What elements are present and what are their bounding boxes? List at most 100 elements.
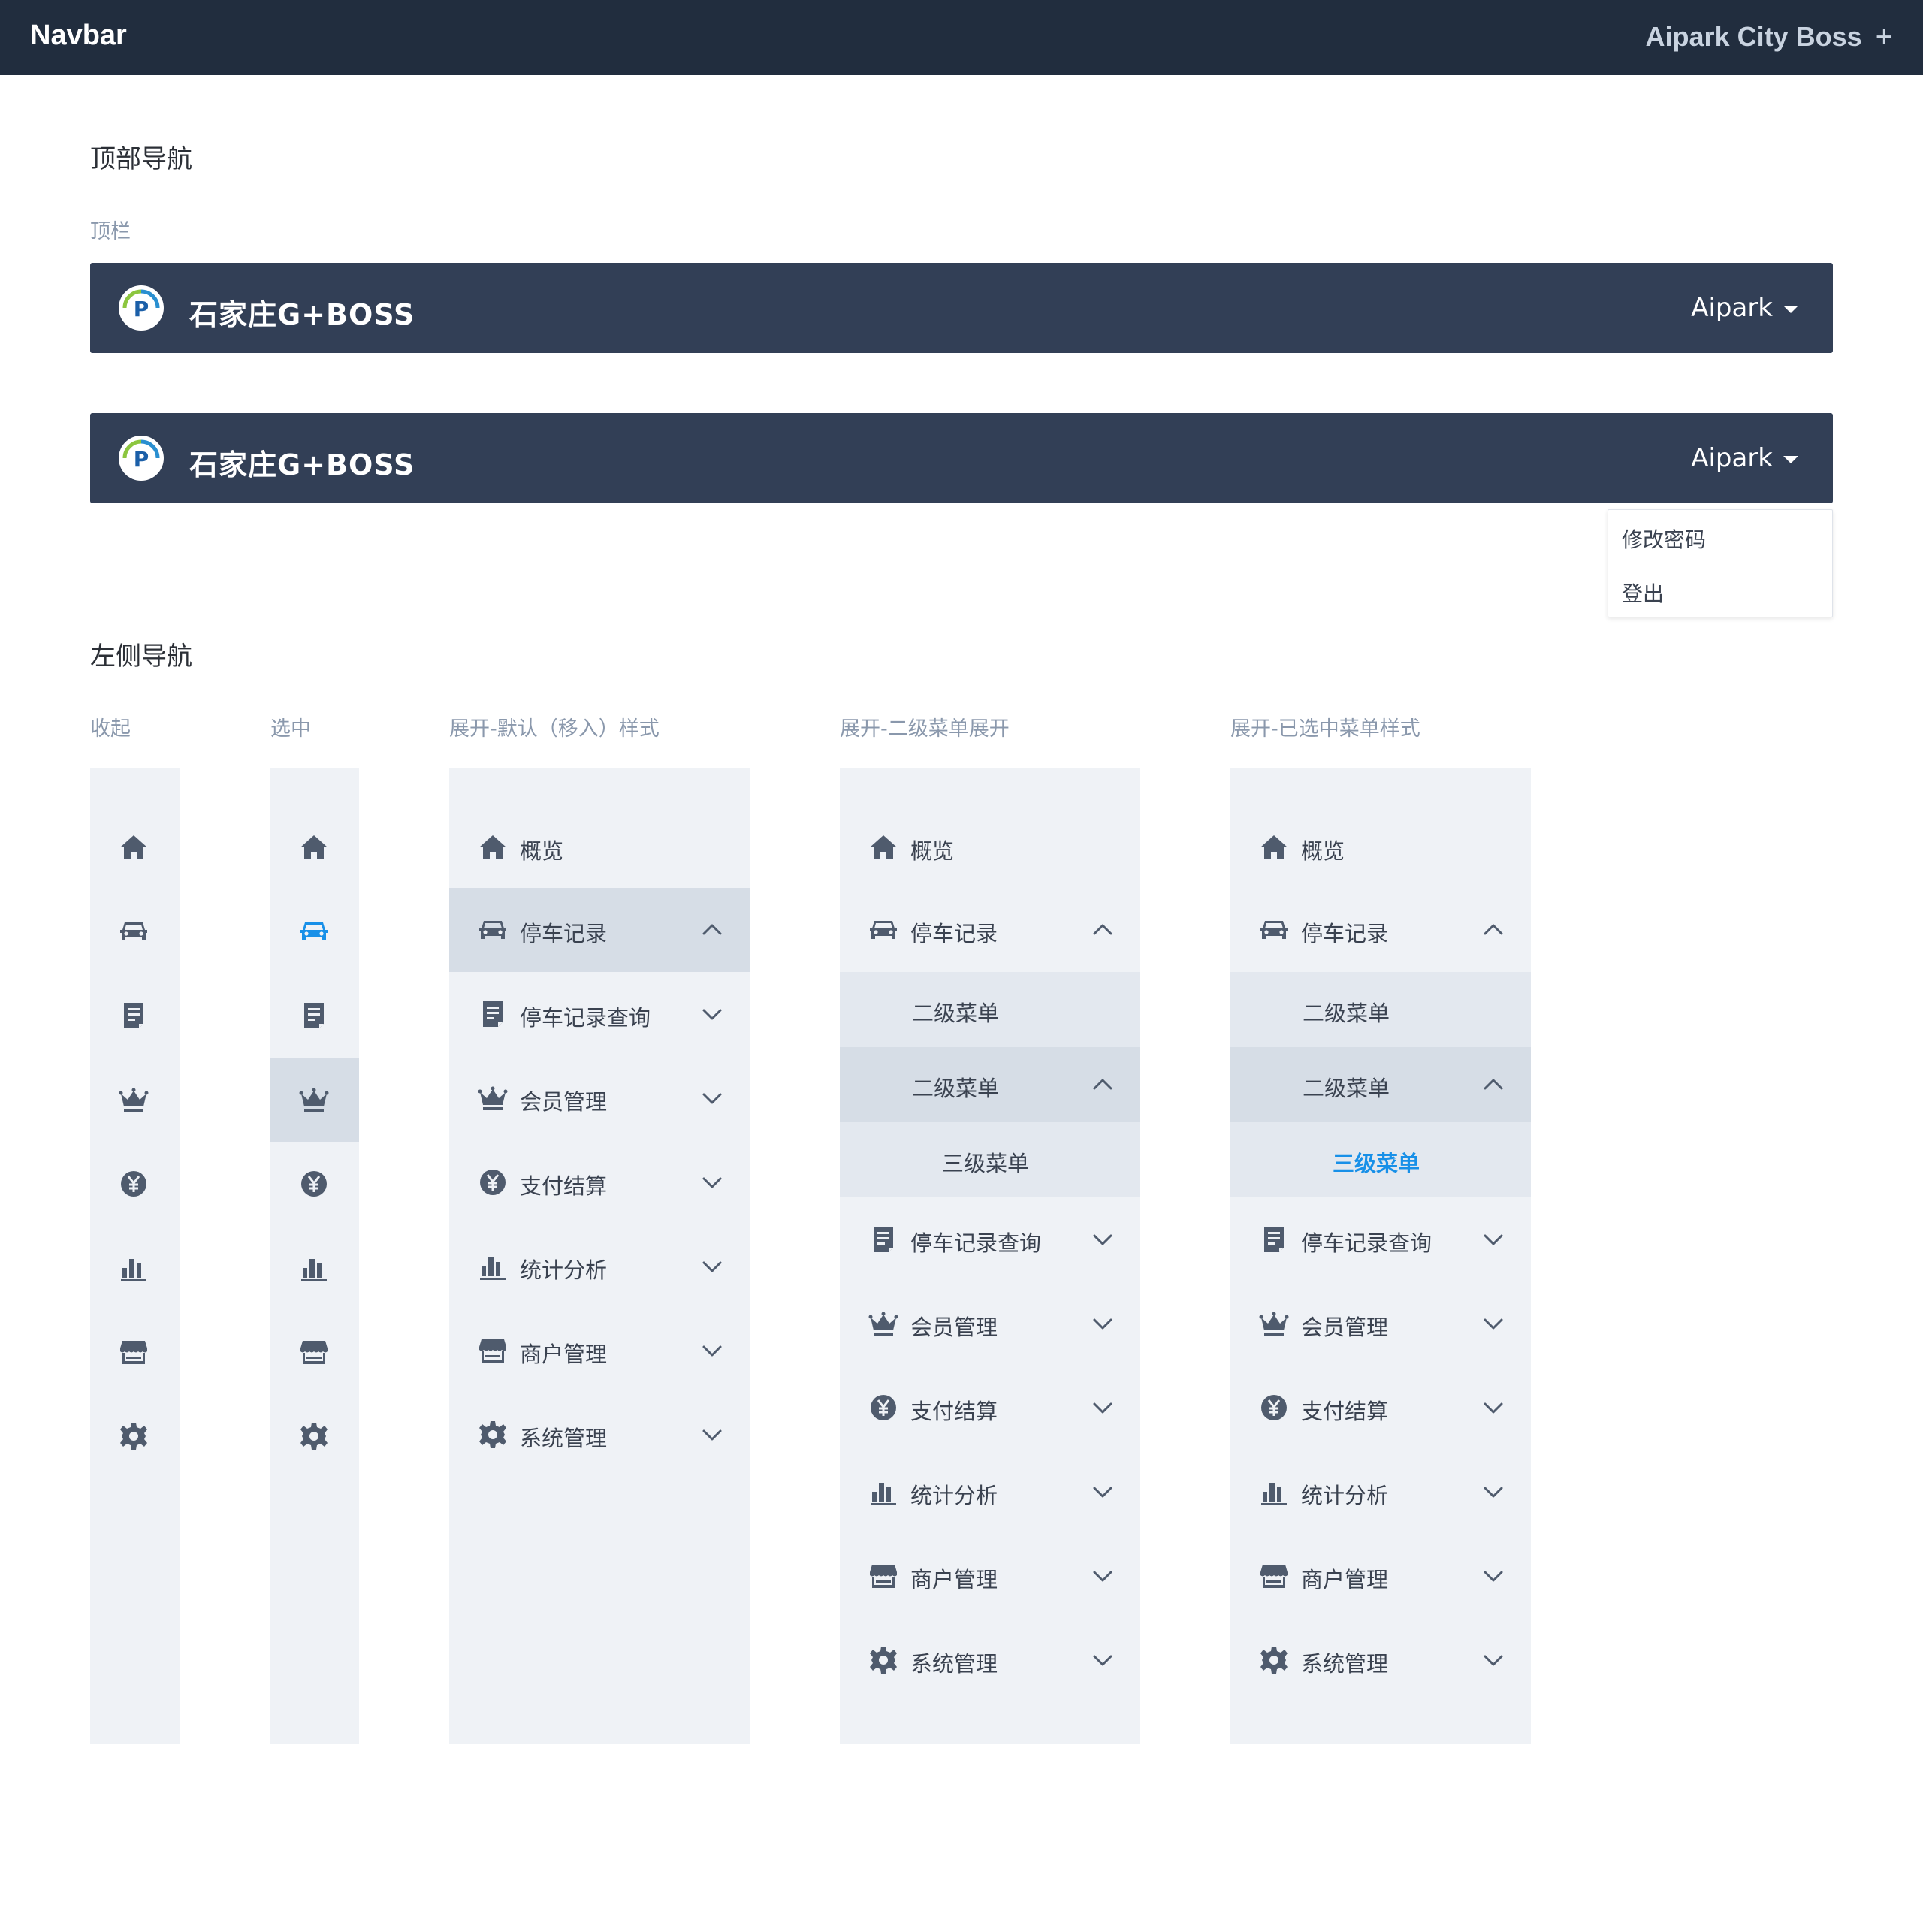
user-menu[interactable]: Aipark <box>1691 293 1798 323</box>
sidebar-item-overview[interactable] <box>270 805 359 889</box>
sidebar-item-system[interactable] <box>270 1394 359 1478</box>
sidebar-item-merchants[interactable]: 商户管理 <box>840 1534 1140 1618</box>
sidebar-item-members[interactable] <box>270 1058 359 1142</box>
sidebar-expanded-submenu: 概览 停车记录 二级菜单 二级菜单 三级菜单 停车记录查询 会员管理 支付结算 … <box>840 768 1140 1744</box>
submenu-level2-item-open[interactable]: 二级菜单 <box>1230 1047 1531 1122</box>
submenu-level3-item[interactable]: 三级菜单 <box>840 1122 1140 1197</box>
submenu-level3-item-selected[interactable]: 三级菜单 <box>1230 1122 1531 1197</box>
sidebar-item-statistics[interactable] <box>90 1226 180 1310</box>
sidebar-item-system[interactable]: 系统管理 <box>840 1618 1140 1702</box>
sidebar-item-overview[interactable]: 概览 <box>840 805 1140 889</box>
navbar-right-title: Aipark City Boss <box>1645 21 1862 52</box>
sidebar-item-payment[interactable]: 支付结算 <box>449 1140 750 1224</box>
navbar-brand: Navbar <box>30 20 127 51</box>
sidebar-item-overview[interactable] <box>90 805 180 889</box>
sidebar-item-payment[interactable] <box>270 1142 359 1226</box>
menu-item-logout[interactable]: 登出 <box>1622 578 1664 608</box>
chevron-down-icon <box>1481 1396 1505 1420</box>
sidebar-selected <box>270 768 359 1744</box>
sidebar-item-overview[interactable]: 概览 <box>1230 805 1531 889</box>
page-navbar: Navbar Aipark City Boss + <box>0 0 1923 75</box>
sidebar-item-system[interactable]: 系统管理 <box>449 1393 750 1477</box>
sidebar-item-payment[interactable]: 支付结算 <box>840 1366 1140 1450</box>
sidebar-item-members[interactable]: 会员管理 <box>449 1056 750 1140</box>
submenu-label-selected: 三级菜单 <box>1333 1151 1420 1176</box>
bar-chart-icon <box>119 1253 149 1283</box>
chevron-down-icon <box>1481 1648 1505 1672</box>
sidebar-item-label: 停车记录 <box>1301 921 1389 946</box>
sidebar-item-record-query[interactable]: 停车记录查询 <box>840 1197 1140 1281</box>
sidebar-collapsed <box>90 768 180 1744</box>
section-title-top-nav: 顶部导航 <box>90 144 192 174</box>
sidebar-item-members[interactable]: 会员管理 <box>840 1281 1140 1366</box>
home-icon <box>299 832 329 862</box>
sidebar-item-record-query[interactable]: 停车记录查询 <box>1230 1197 1531 1281</box>
sidebar-item-label: 统计分析 <box>910 1483 998 1508</box>
chevron-down-icon <box>1091 1480 1115 1504</box>
sidebar-item-system[interactable] <box>90 1394 180 1478</box>
sidebar-item-label: 会员管理 <box>520 1089 608 1115</box>
sidebar-item-parking-records[interactable] <box>90 889 180 974</box>
chevron-down-icon <box>1091 1312 1115 1336</box>
user-dropdown: 修改密码 登出 <box>1608 509 1833 617</box>
store-icon <box>478 1336 508 1366</box>
sidebar-item-label: 商户管理 <box>910 1567 998 1592</box>
gear-icon <box>478 1420 508 1450</box>
document-icon <box>299 1001 329 1031</box>
yen-icon <box>119 1169 149 1199</box>
sidebar-item-members[interactable] <box>90 1058 180 1142</box>
sidebar-item-parking-records[interactable] <box>270 889 359 974</box>
chevron-down-icon <box>700 1254 724 1278</box>
submenu-level2-item[interactable]: 二级菜单 <box>840 972 1140 1047</box>
sidebar-item-merchants[interactable] <box>270 1310 359 1394</box>
menu-item-change-password[interactable]: 修改密码 <box>1622 524 1706 554</box>
sidebar-item-label: 停车记录查询 <box>1301 1230 1432 1256</box>
sidebar-item-parking-records[interactable]: 停车记录 <box>449 888 750 972</box>
sidebar-item-statistics[interactable]: 统计分析 <box>840 1450 1140 1534</box>
sidebar-item-statistics[interactable]: 统计分析 <box>1230 1450 1531 1534</box>
sidebar-item-record-query[interactable] <box>270 974 359 1058</box>
chevron-up-icon <box>1091 918 1115 942</box>
chevron-down-icon <box>1481 1227 1505 1251</box>
sidebar-item-payment[interactable]: 支付结算 <box>1230 1366 1531 1450</box>
svg-text:P: P <box>134 297 149 321</box>
sidebar-item-label: 概览 <box>910 838 955 864</box>
sidebar-item-label: 会员管理 <box>910 1315 998 1340</box>
sidebar-item-payment[interactable] <box>90 1142 180 1226</box>
bar-chart-icon <box>868 1477 898 1507</box>
sidebar-item-label: 统计分析 <box>1301 1483 1389 1508</box>
sidebar-item-label: 商户管理 <box>520 1342 608 1367</box>
sidebar-item-merchants[interactable]: 商户管理 <box>449 1309 750 1393</box>
submenu-level2-item[interactable]: 二级菜单 <box>1230 972 1531 1047</box>
sidebar-item-system[interactable]: 系统管理 <box>1230 1618 1531 1702</box>
chevron-down-icon <box>700 1339 724 1363</box>
plus-button[interactable]: + <box>1876 22 1893 52</box>
yen-icon <box>478 1167 508 1197</box>
crown-icon <box>119 1085 149 1115</box>
home-icon <box>119 832 149 862</box>
sidebar-item-statistics[interactable]: 统计分析 <box>449 1224 750 1309</box>
chevron-down-icon <box>1091 1396 1115 1420</box>
caret-down-icon <box>1783 456 1798 463</box>
sidebar-item-members[interactable]: 会员管理 <box>1230 1281 1531 1366</box>
submenu-label: 二级菜单 <box>1303 1076 1390 1101</box>
chevron-down-icon <box>700 1086 724 1110</box>
sidebar-item-merchants[interactable] <box>90 1310 180 1394</box>
sidebar-item-label: 系统管理 <box>910 1651 998 1677</box>
svg-text:P: P <box>134 447 149 472</box>
sidebar-item-overview[interactable]: 概览 <box>449 805 750 889</box>
label-expanded-default: 展开-默认（移入）样式 <box>449 717 660 741</box>
sidebar-item-record-query[interactable] <box>90 974 180 1058</box>
sidebar-expanded-default: 概览 停车记录 停车记录查询 会员管理 支付结算 统计分析 商户管理 系统管理 <box>449 768 750 1744</box>
car-icon <box>1259 915 1289 945</box>
store-icon <box>1259 1561 1289 1591</box>
sidebar-item-statistics[interactable] <box>270 1226 359 1310</box>
sidebar-item-merchants[interactable]: 商户管理 <box>1230 1534 1531 1618</box>
submenu-level2-item-open[interactable]: 二级菜单 <box>840 1047 1140 1122</box>
sidebar-item-record-query[interactable]: 停车记录查询 <box>449 972 750 1056</box>
caret-down-icon <box>1783 306 1798 313</box>
sidebar-item-parking-records[interactable]: 停车记录 <box>1230 888 1531 972</box>
user-menu[interactable]: Aipark <box>1691 443 1798 473</box>
sidebar-item-parking-records[interactable]: 停车记录 <box>840 888 1140 972</box>
yen-icon <box>868 1393 898 1423</box>
